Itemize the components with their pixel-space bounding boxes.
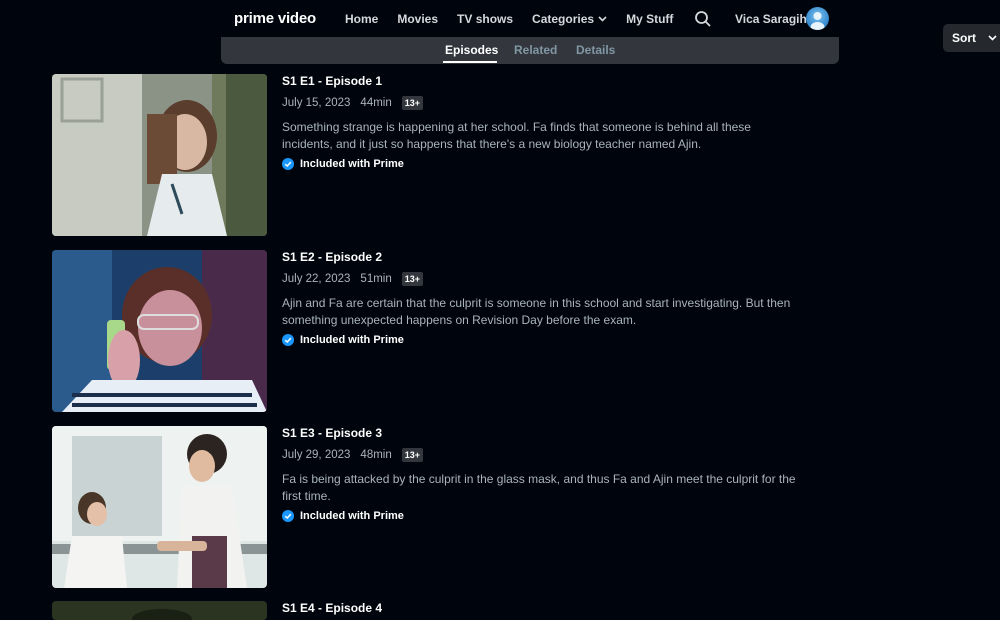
prime-badge: Included with Prime <box>282 510 404 522</box>
tab-episodes[interactable]: Episodes <box>445 43 498 57</box>
episode-title[interactable]: S1 E4 - Episode 4 <box>282 601 382 615</box>
nav-home[interactable]: Home <box>345 12 378 26</box>
episode-thumbnail[interactable] <box>52 74 267 236</box>
prime-badge-label: Included with Prime <box>300 334 404 346</box>
episode-date: July 15, 2023 <box>282 97 351 109</box>
prime-badge-label: Included with Prime <box>300 510 404 522</box>
nav-movies[interactable]: Movies <box>397 12 438 26</box>
episode-thumbnail[interactable] <box>52 601 267 620</box>
top-nav: prime video Home Movies TV shows Categor… <box>221 0 839 37</box>
nav-my-stuff[interactable]: My Stuff <box>626 12 673 26</box>
episode-meta: July 22, 2023 51min 13+ <box>282 272 424 286</box>
episode-thumbnail[interactable] <box>52 250 267 412</box>
check-circle-icon <box>282 510 294 522</box>
episode-description: Fa is being attacked by the culprit in t… <box>282 472 796 503</box>
prime-badge: Included with Prime <box>282 158 404 170</box>
episode-description: Ajin and Fa are certain that the culprit… <box>282 296 791 327</box>
chevron-down-icon <box>598 16 607 22</box>
episode-title[interactable]: S1 E3 - Episode 3 <box>282 426 382 440</box>
episode-title[interactable]: S1 E2 - Episode 2 <box>282 250 382 264</box>
chevron-down-icon <box>988 35 997 41</box>
age-rating-badge: 13+ <box>401 272 424 286</box>
episode-meta: July 15, 2023 44min 13+ <box>282 96 424 110</box>
episode-item[interactable]: S1 E3 - Episode 3 July 29, 2023 48min 13… <box>52 426 812 588</box>
episode-duration: 51min <box>360 273 392 285</box>
age-rating-badge: 13+ <box>401 96 424 110</box>
profile-icon <box>810 12 825 30</box>
age-rating-badge: 13+ <box>401 448 424 462</box>
episode-title[interactable]: S1 E1 - Episode 1 <box>282 74 382 88</box>
episode-item[interactable]: S1 E4 - Episode 4 <box>52 601 812 620</box>
episode-thumbnail[interactable] <box>52 426 267 588</box>
episode-description: Something strange is happening at her sc… <box>282 120 751 151</box>
episode-duration: 44min <box>360 97 392 109</box>
nav-links: Home Movies TV shows Categories My Stuff <box>345 12 692 26</box>
episode-date: July 29, 2023 <box>282 449 351 461</box>
sort-button[interactable]: Sort <box>943 24 1000 52</box>
search-icon[interactable] <box>694 10 712 28</box>
check-circle-icon <box>282 158 294 170</box>
tab-related[interactable]: Related <box>514 43 557 57</box>
episode-duration: 48min <box>360 449 392 461</box>
prime-video-logo[interactable]: prime video <box>234 10 316 27</box>
episode-date: July 22, 2023 <box>282 273 351 285</box>
detail-tabs: Episodes Related Details <box>221 37 839 64</box>
avatar[interactable] <box>806 7 829 30</box>
nav-categories[interactable]: Categories <box>532 12 607 26</box>
nav-tv-shows[interactable]: TV shows <box>457 12 513 26</box>
episode-meta: July 29, 2023 48min 13+ <box>282 448 424 462</box>
prime-badge-label: Included with Prime <box>300 158 404 170</box>
profile-name[interactable]: Vica Saragih <box>735 12 807 26</box>
check-circle-icon <box>282 334 294 346</box>
active-tab-indicator <box>443 61 497 63</box>
nav-categories-label: Categories <box>532 12 595 26</box>
episode-item[interactable]: S1 E2 - Episode 2 July 22, 2023 51min 13… <box>52 250 812 412</box>
prime-badge: Included with Prime <box>282 334 404 346</box>
sort-label: Sort <box>952 31 976 45</box>
episode-item[interactable]: S1 E1 - Episode 1 July 15, 2023 44min 13… <box>52 74 812 236</box>
tab-details[interactable]: Details <box>576 43 615 57</box>
